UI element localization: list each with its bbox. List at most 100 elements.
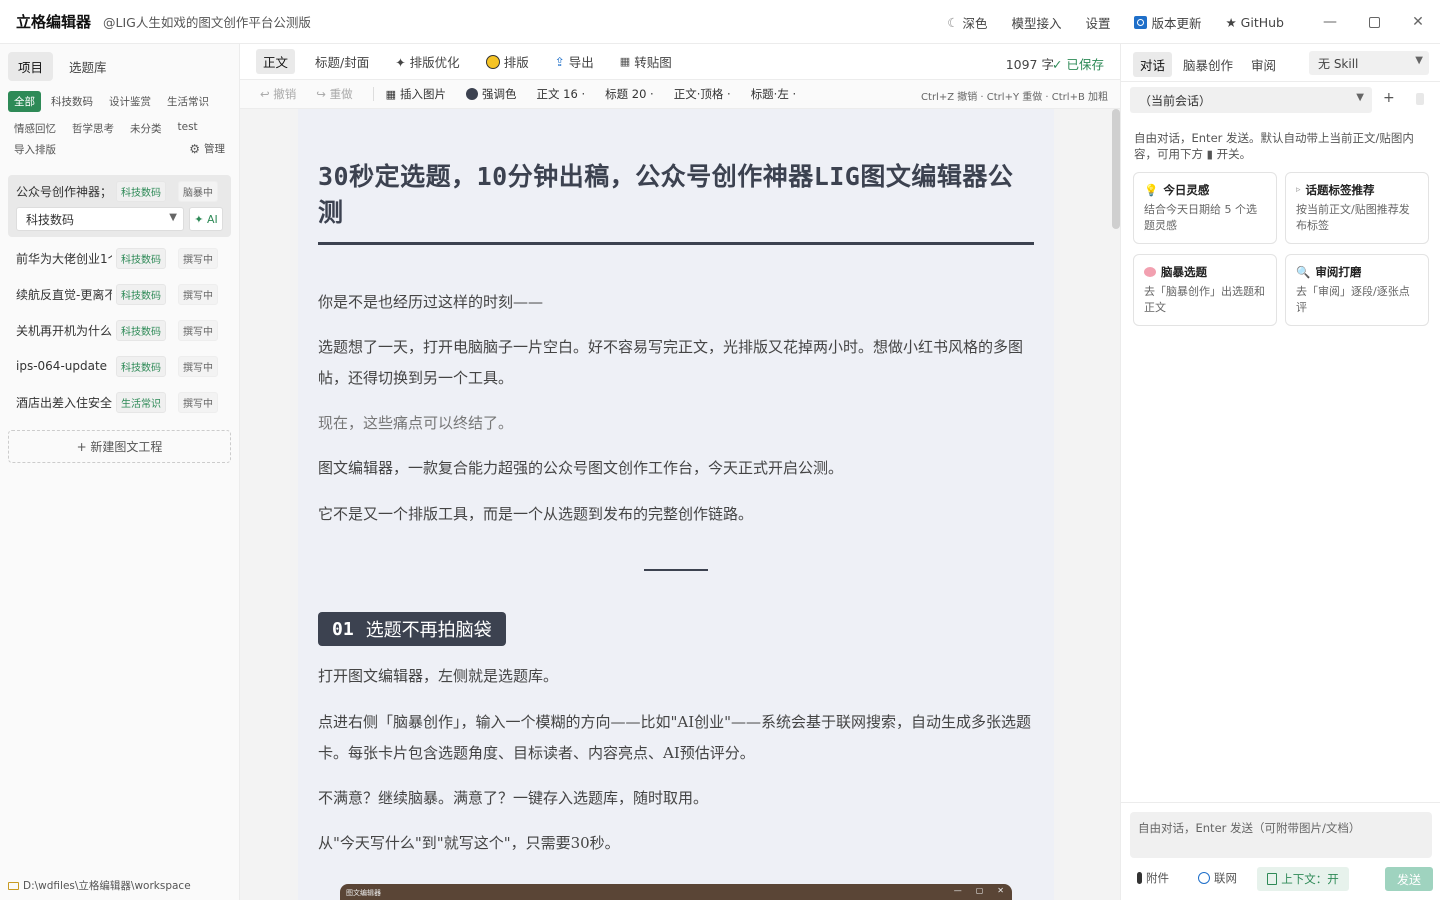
chevron-down-icon: ▼ (169, 212, 177, 223)
card-title: 脑暴选题 (1161, 265, 1207, 279)
filter-uncategorized[interactable]: 未分类 (124, 118, 168, 139)
context-toggle[interactable]: 上下文：开 (1257, 867, 1349, 891)
paragraph[interactable]: 你是不是也经历过这样的时刻—— (318, 287, 1034, 318)
layout-button[interactable]: 排版 (485, 52, 529, 71)
chat-input[interactable]: 自由对话，Enter 发送（可附带图片/文档） (1130, 812, 1432, 858)
paragraph[interactable]: 不满意？继续脑暴。满意了？一键存入选题库，随时取用。 (318, 783, 1034, 814)
tab-chat[interactable]: 对话 (1133, 52, 1173, 77)
app-title: 立格编辑器 (16, 13, 92, 31)
session-select[interactable]: （当前会话） ▼ (1130, 87, 1372, 113)
section-divider (644, 569, 708, 571)
section-heading[interactable]: 01 选题不再拍脑袋 (318, 612, 506, 646)
heading-font-size-select[interactable]: 标题 20 · (605, 86, 654, 102)
settings-button[interactable]: 设置 (1085, 13, 1110, 32)
card-today-inspiration[interactable]: 💡 今日灵感 结合今天日期给 5 个选题灵感 (1133, 172, 1277, 244)
web-search-label: 联网 (1214, 871, 1237, 885)
chat-hint: 自由对话，Enter 发送。默认自动带上当前正文/贴图内容，可用下方 ▮ 开关。 (1134, 131, 1414, 161)
new-project-button[interactable]: + 新建图文工程 (8, 430, 231, 463)
section-number: 01 (332, 618, 354, 640)
add-session-icon[interactable]: + (1383, 90, 1395, 106)
project-row[interactable]: 前华为大佬创业1个 科技数码 撰写中 (8, 244, 231, 272)
palette-icon (485, 54, 500, 69)
attach-button[interactable]: 附件 (1137, 870, 1169, 886)
tab-title-cover[interactable]: 标题/封面 (315, 52, 369, 71)
project-status: 撰写中 (178, 319, 218, 341)
to-image-post-button[interactable]: ▦ 转贴图 (620, 52, 672, 71)
model-access-button[interactable]: 模型接入 (1011, 13, 1061, 32)
tab-topic-library[interactable]: 选题库 (59, 52, 117, 81)
title-underline (318, 242, 1034, 245)
filter-test[interactable]: test (172, 118, 204, 139)
import-layout-button[interactable]: 导入排版 (14, 142, 56, 157)
embedded-screenshot[interactable]: 图文编辑器 — ▢ ✕ (340, 884, 1012, 900)
paragraph[interactable]: 现在，这些痛点可以终结了。 (318, 408, 1034, 439)
insert-image-button[interactable]: ▦ 插入图片 (386, 86, 446, 102)
saved-status: ✓ 已保存 (1052, 57, 1104, 72)
undo-button[interactable]: ↩ 撤销 (260, 86, 296, 102)
color-dot-icon (466, 88, 478, 100)
layout-optimize-button[interactable]: ✦ 排版优化 (395, 52, 459, 71)
skill-select-value: 无 Skill (1318, 56, 1359, 71)
tab-review[interactable]: 审阅 (1244, 52, 1283, 77)
body-align-select[interactable]: 正文·顶格 · (674, 86, 731, 102)
github-link[interactable]: ★ GitHub (1226, 15, 1285, 30)
card-review-polish[interactable]: 🔍 审阅打磨 去「审阅」逐段/逐张点评 (1285, 254, 1429, 326)
export-button[interactable]: ⇪ 导出 (555, 52, 594, 71)
minimize-icon[interactable]: — (1308, 0, 1352, 44)
tab-body[interactable]: 正文 (256, 49, 296, 74)
paragraph[interactable]: 点进右侧「脑暴创作」，输入一个模糊的方向——比如"AI创业"——系统会基于联网搜… (318, 707, 1034, 769)
card-desc: 按当前正文/贴图推荐发布标签 (1296, 203, 1410, 232)
project-tag: 科技数码 (116, 180, 166, 202)
send-button[interactable]: 发送 (1385, 867, 1433, 891)
tab-projects[interactable]: 项目 (8, 52, 54, 81)
body-font-size-select[interactable]: 正文 16 · (537, 86, 586, 102)
filter-emotion[interactable]: 情感回忆 (8, 118, 62, 139)
version-update-button[interactable]: 版本更新 (1134, 13, 1202, 32)
category-select[interactable]: 科技数码 ▼ (16, 207, 184, 231)
document-icon (1267, 873, 1278, 885)
card-brainstorm-topics[interactable]: 脑暴选题 去「脑暴创作」出选题和正文 (1133, 254, 1277, 326)
web-search-button[interactable]: 联网 (1198, 870, 1237, 886)
paragraph[interactable]: 打开图文编辑器，左侧就是选题库。 (318, 661, 1034, 692)
filter-tech[interactable]: 科技数码 (45, 91, 99, 112)
filter-philosophy[interactable]: 哲学思考 (66, 118, 120, 139)
maximize-icon[interactable] (1352, 0, 1396, 44)
dark-mode-toggle[interactable]: ☾ 深色 (947, 13, 987, 32)
dark-mode-label: 深色 (962, 15, 988, 31)
card-hashtag-recommend[interactable]: ▹ 话题标签推荐 按当前正文/贴图推荐发布标签 (1285, 172, 1429, 244)
delete-session-icon[interactable] (1416, 93, 1424, 105)
project-status: 脑暴中 (178, 180, 218, 202)
manage-button[interactable]: ⚙ 管理 (189, 141, 225, 156)
project-row[interactable]: 续航反直觉-更离不 科技数码 撰写中 (8, 280, 231, 308)
editor-scrollbar[interactable] (1112, 109, 1120, 229)
project-row[interactable]: 关机再开机为什么 科技数码 撰写中 (8, 316, 231, 344)
active-project-row[interactable]: 公众号创作神器； 科技数码 脑暴中 (8, 177, 231, 205)
filter-life[interactable]: 生活常识 (161, 91, 215, 112)
insert-image-label: 插入图片 (400, 87, 446, 101)
section-title: 选题不再拍脑袋 (365, 620, 492, 641)
workspace-path[interactable]: D:\wdfiles\立格编辑器\workspace (8, 878, 191, 893)
accent-color-button[interactable]: 强调色 (466, 86, 517, 102)
project-row[interactable]: 酒店出差入住安全 生活常识 撰写中 (8, 388, 231, 416)
heading-align-select[interactable]: 标题·左 · (751, 86, 796, 102)
project-tag: 科技数码 (116, 319, 166, 341)
project-status: 撰写中 (178, 391, 218, 413)
redo-button[interactable]: ↪ 重做 (316, 86, 352, 102)
paragraph[interactable]: 它不是又一个排版工具，而是一个从选题到发布的完整创作链路。 (318, 499, 1034, 530)
title-bar-actions: ☾ 深色 模型接入 设置 版本更新 ★ GitHub — ✕ (947, 0, 1440, 44)
ai-button[interactable]: ✦ AI (189, 207, 223, 231)
paragraph[interactable]: 选题想了一天，打开电脑脑子一片空白。好不容易写完正文，光排版又花掉两小时。想做小… (318, 332, 1034, 394)
filter-all[interactable]: 全部 (8, 91, 41, 112)
card-title: 审阅打磨 (1315, 265, 1362, 279)
skill-select[interactable]: 无 Skill ▼ (1309, 51, 1429, 75)
paragraph[interactable]: 从"今天写什么"到"就写这个"，只需要30秒。 (318, 828, 1034, 859)
project-name: 酒店出差入住安全 (16, 395, 112, 410)
document-page[interactable]: 30秒定选题，10分钟出稿，公众号创作神器LIG图文编辑器公测 你是不是也经历过… (298, 109, 1054, 900)
document-title[interactable]: 30秒定选题，10分钟出稿，公众号创作神器LIG图文编辑器公测 (318, 159, 1034, 231)
paragraph[interactable]: 图文编辑器，一款复合能力超强的公众号图文创作工作台，今天正式开启公测。 (318, 453, 1034, 484)
project-row[interactable]: ips-064-update 科技数码 撰写中 (8, 352, 231, 380)
tab-brainstorm[interactable]: 脑暴创作 (1176, 52, 1240, 77)
magnifier-icon: 🔍 (1296, 265, 1311, 279)
filter-design[interactable]: 设计鉴赏 (103, 91, 157, 112)
close-icon[interactable]: ✕ (1396, 0, 1440, 44)
